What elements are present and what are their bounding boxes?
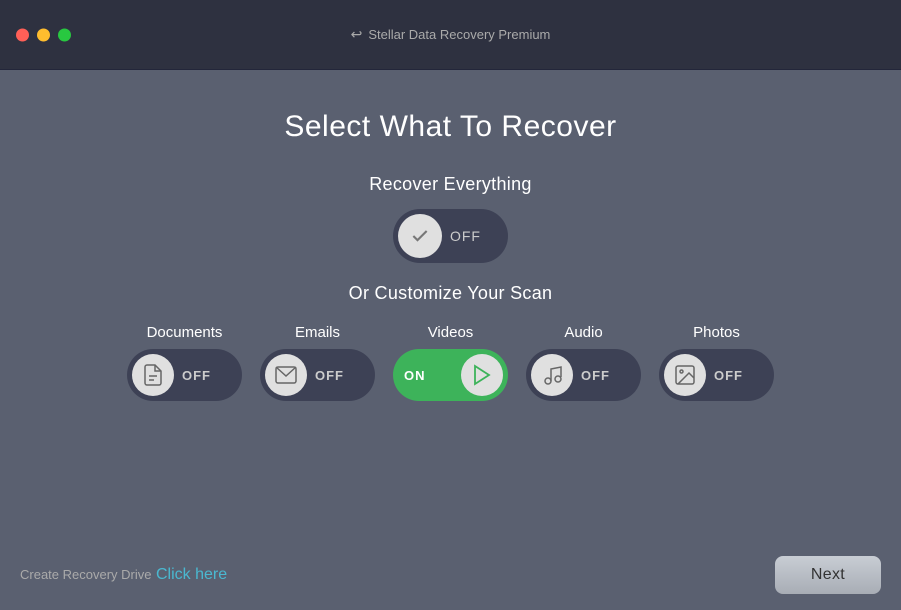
bottom-bar: Create Recovery Drive Click here Next [20,556,881,594]
minimize-button[interactable] [37,28,50,41]
page-title: Select What To Recover [284,110,616,144]
create-recovery-label: Create Recovery Drive [20,567,152,582]
app-title-bar: ↩ Stellar Data Recovery Premium [351,26,551,43]
emails-icon-wrap [265,354,307,396]
recover-everything-toggle[interactable]: OFF [393,209,508,263]
close-button[interactable] [16,28,29,41]
audio-icon-wrap [531,354,573,396]
photos-toggle-text: OFF [714,368,743,383]
maximize-button[interactable] [58,28,71,41]
videos-toggle[interactable]: ON [393,349,508,401]
traffic-lights [16,28,71,41]
video-icon [470,363,494,387]
file-type-audio: Audio OFF [526,324,641,401]
photos-label: Photos [693,324,740,341]
recover-everything-section: Recover Everything OFF [369,174,531,263]
titlebar: ↩ Stellar Data Recovery Premium ⚙ ▾ ↻ ▾ … [0,0,901,70]
documents-icon-wrap [132,354,174,396]
emails-toggle[interactable]: OFF [260,349,375,401]
next-button[interactable]: Next [775,556,881,594]
audio-toggle[interactable]: OFF [526,349,641,401]
recover-toggle-text: OFF [450,228,481,244]
emails-label: Emails [295,324,340,341]
file-types-row: Documents OFF Emails OFF [127,324,774,401]
recover-toggle-knob [398,214,442,258]
recover-everything-label: Recover Everything [369,174,531,195]
videos-icon-wrap [461,354,503,396]
documents-label: Documents [147,324,223,341]
audio-icon [540,363,564,387]
file-type-videos: Videos ON [393,324,508,401]
videos-toggle-text: ON [404,368,426,383]
app-title: Stellar Data Recovery Premium [368,27,550,42]
photos-icon [673,363,697,387]
click-here-link[interactable]: Click here [156,566,227,583]
create-recovery-text: Create Recovery Drive Click here [20,566,227,584]
audio-toggle-text: OFF [581,368,610,383]
photos-toggle[interactable]: OFF [659,349,774,401]
photos-icon-wrap [664,354,706,396]
document-icon [141,363,165,387]
check-icon [410,226,430,246]
back-icon: ↩ [351,26,363,43]
documents-toggle[interactable]: OFF [127,349,242,401]
email-icon [274,363,298,387]
documents-toggle-text: OFF [182,368,211,383]
audio-label: Audio [564,324,602,341]
file-type-documents: Documents OFF [127,324,242,401]
main-content: Select What To Recover Recover Everythin… [0,70,901,610]
emails-toggle-text: OFF [315,368,344,383]
or-customize-label: Or Customize Your Scan [349,283,553,304]
videos-label: Videos [428,324,474,341]
file-type-photos: Photos OFF [659,324,774,401]
file-type-emails: Emails OFF [260,324,375,401]
